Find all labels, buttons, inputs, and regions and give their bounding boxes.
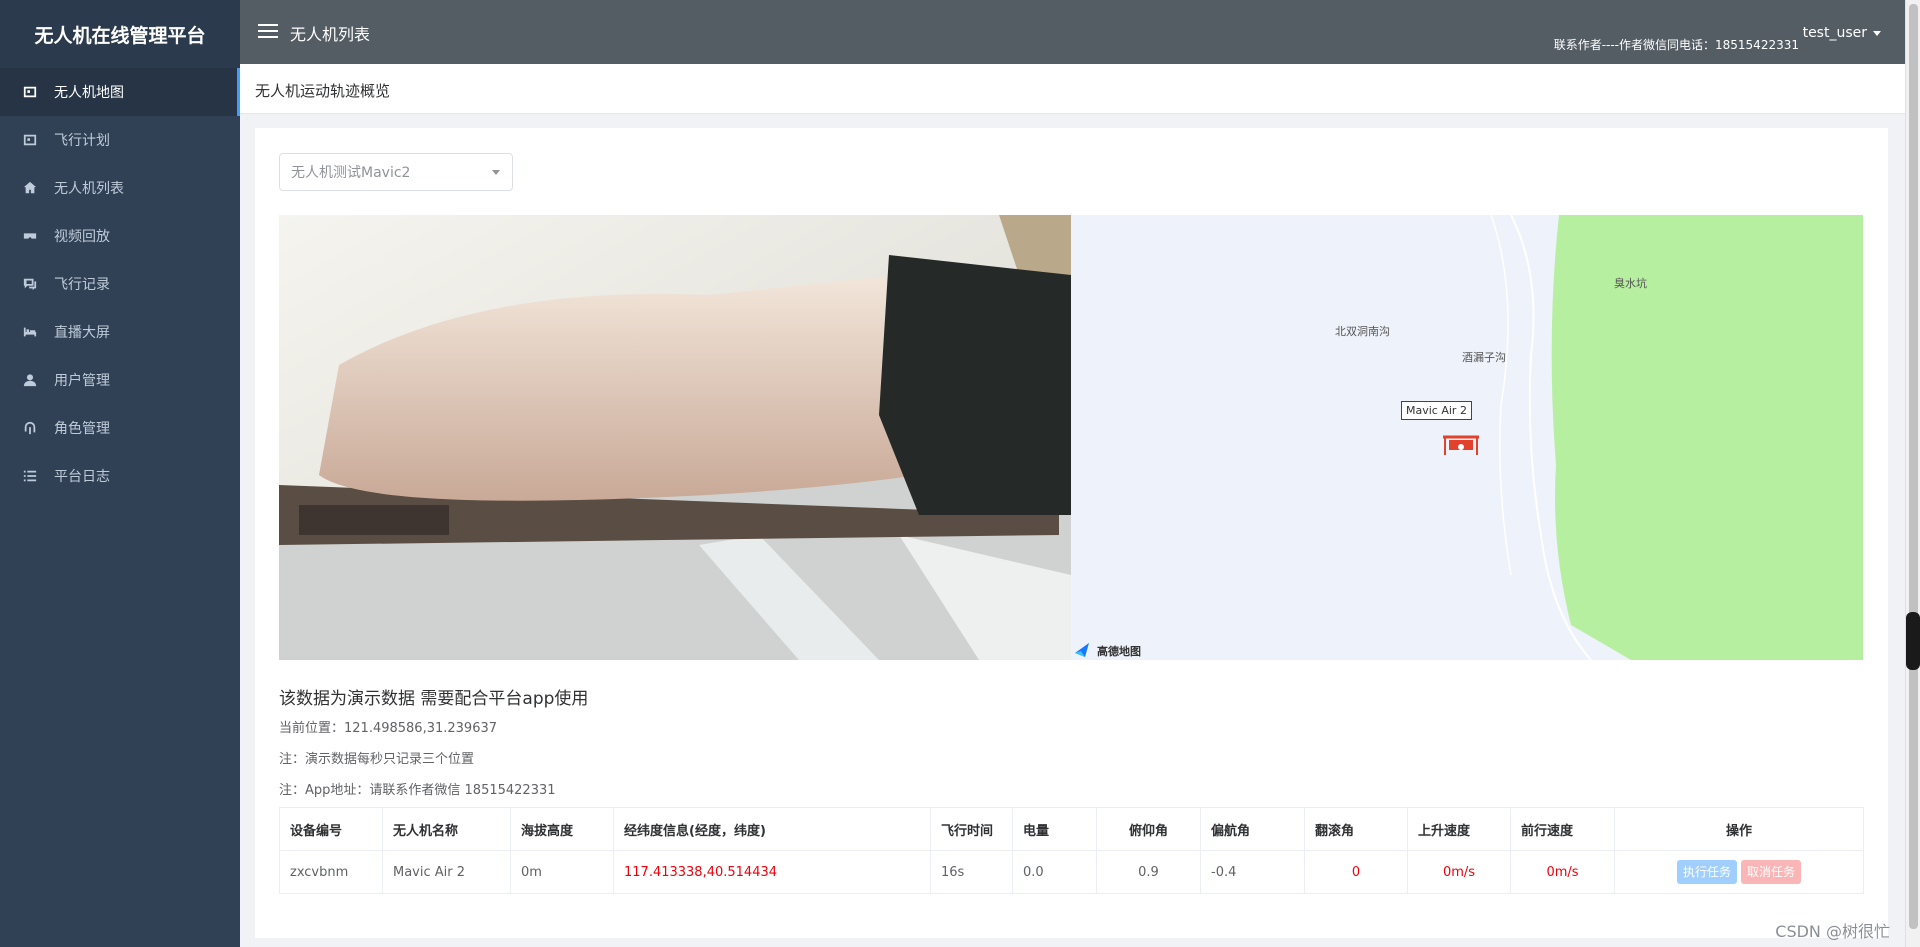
column-header: 上升速度 [1407, 807, 1511, 851]
user-name: test_user [1802, 25, 1867, 41]
note-demo-data: 注：演示数据每秒只记录三个位置 [279, 752, 475, 767]
cell-forward-speed: 0m/s [1510, 850, 1615, 894]
camera-image [279, 215, 1071, 660]
sidebar-item-label: 无人机地图 [54, 85, 124, 101]
header-title: 无人机列表 [290, 25, 371, 44]
sidebar: 无人机在线管理平台 无人机地图 飞行计划 无人机列表 视频回放 飞行记录 直播大… [0, 0, 240, 947]
sidebar-menu: 无人机地图 飞行计划 无人机列表 视频回放 飞行记录 直播大屏 用户管理 角色管… [0, 68, 240, 500]
csdn-watermark: CSDN @树很忙 [1775, 922, 1890, 941]
column-header: 俯仰角 [1096, 807, 1201, 851]
note-app-address: 注：App地址：请联系作者微信 18515422331 [279, 783, 556, 798]
plan-icon [22, 132, 38, 148]
cell-flight-time: 16s [930, 850, 1013, 894]
brand-title: 无人机在线管理平台 [0, 0, 240, 68]
execute-task-button[interactable]: 执行任务 [1676, 860, 1737, 884]
comment-icon [22, 276, 38, 292]
sidebar-item-flight-records[interactable]: 飞行记录 [0, 260, 240, 308]
sidebar-item-flight-plan[interactable]: 飞行计划 [0, 116, 240, 164]
column-header: 经纬度信息(经度，纬度) [613, 807, 931, 851]
cancel-task-button[interactable]: 取消任务 [1741, 860, 1802, 884]
cell-coordinates: 117.413338,40.514434 [613, 850, 931, 894]
column-header: 海拔高度 [510, 807, 614, 851]
demo-notice: 该数据为演示数据 需要配合平台app使用 [279, 689, 589, 709]
sidebar-item-drone-list[interactable]: 无人机列表 [0, 164, 240, 212]
sidebar-item-label: 无人机列表 [54, 181, 124, 197]
column-header: 电量 [1012, 807, 1097, 851]
fingerprint-icon [22, 420, 38, 436]
sidebar-item-platform-log[interactable]: 平台日志 [0, 452, 240, 500]
map-label: 臭水坑 [1614, 277, 1647, 290]
sidebar-item-label: 直播大屏 [54, 325, 110, 341]
scrollbar-thumb[interactable] [1909, 4, 1918, 929]
sidebar-item-label: 飞行记录 [54, 277, 110, 293]
map-label: 北双洞南沟 [1335, 325, 1390, 338]
cell-altitude: 0m [510, 850, 614, 894]
column-header: 翻滚角 [1304, 807, 1408, 851]
table-header-row: 设备编号 无人机名称 海拔高度 经纬度信息(经度，纬度) 飞行时间 电量 俯仰角… [279, 807, 1864, 851]
sidebar-item-user-management[interactable]: 用户管理 [0, 356, 240, 404]
map-icon [22, 84, 38, 100]
user-dropdown[interactable]: test_user [1803, 25, 1881, 41]
drone-select[interactable]: 无人机测试Mavic2 [279, 153, 513, 191]
sidebar-item-drone-map[interactable]: 无人机地图 [0, 68, 240, 116]
sidebar-item-label: 角色管理 [54, 421, 110, 437]
video-feed [279, 215, 1071, 660]
hamburger-icon[interactable] [258, 24, 278, 40]
list-icon [22, 468, 38, 484]
chevron-down-icon [492, 170, 500, 175]
cell-climb-speed: 0m/s [1407, 850, 1511, 894]
cell-pitch: 0.9 [1096, 850, 1201, 894]
table-row: zxcvbnm Mavic Air 2 0m 117.413338,40.514… [279, 850, 1864, 894]
cell-roll: 0 [1304, 850, 1408, 894]
sidebar-item-live-screen[interactable]: 直播大屏 [0, 308, 240, 356]
top-header: 无人机列表 联系作者----作者微信同电话：18515422331 test_u… [240, 0, 1905, 64]
cell-battery: 0.0 [1012, 850, 1097, 894]
side-widget-icon[interactable] [1906, 612, 1920, 670]
cell-drone-name: Mavic Air 2 [382, 850, 511, 894]
column-header: 飞行时间 [930, 807, 1013, 851]
current-position: 当前位置：121.498586,31.239637 [279, 721, 498, 736]
contact-info: 联系作者----作者微信同电话：18515422331 [1553, 38, 1799, 52]
drone-marker-label: Mavic Air 2 [1401, 401, 1472, 420]
column-header: 设备编号 [279, 807, 383, 851]
drone-map[interactable]: 北双洞南沟 酒漏子沟 臭水坑 Mavic Air 2 高德地图 [1071, 215, 1863, 660]
sidebar-item-role-management[interactable]: 角色管理 [0, 404, 240, 452]
map-label: 酒漏子沟 [1462, 351, 1506, 364]
cell-device-id: zxcvbnm [279, 850, 383, 894]
home-icon [22, 180, 38, 196]
map-attribution: 高德地图 [1097, 645, 1141, 658]
cell-yaw: -0.4 [1200, 850, 1305, 894]
sidebar-item-label: 视频回放 [54, 229, 110, 245]
page-scrollbar[interactable] [1905, 0, 1920, 947]
page-title: 无人机运动轨迹概览 [255, 82, 391, 100]
drone-select-value: 无人机测试Mavic2 [291, 165, 411, 181]
user-icon [22, 372, 38, 388]
sidebar-item-label: 平台日志 [54, 469, 110, 485]
bed-icon [22, 324, 38, 340]
column-header: 无人机名称 [382, 807, 511, 851]
vr-icon [22, 228, 38, 244]
content-card: 无人机测试Mavic2 北双洞南沟 酒漏子沟 臭水坑 Mavic Air 2 高… [255, 128, 1888, 938]
column-header: 前行速度 [1510, 807, 1615, 851]
drone-status-table: 设备编号 无人机名称 海拔高度 经纬度信息(经度，纬度) 飞行时间 电量 俯仰角… [279, 807, 1864, 894]
sidebar-item-label: 用户管理 [54, 373, 110, 389]
map-canvas [1071, 215, 1863, 660]
column-header: 操作 [1614, 807, 1864, 851]
sidebar-item-video-playback[interactable]: 视频回放 [0, 212, 240, 260]
sidebar-item-label: 飞行计划 [54, 133, 110, 149]
cell-actions: 执行任务 取消任务 [1614, 850, 1864, 894]
caret-down-icon [1873, 30, 1881, 36]
column-header: 偏航角 [1200, 807, 1305, 851]
page-header: 无人机运动轨迹概览 [240, 64, 1905, 114]
